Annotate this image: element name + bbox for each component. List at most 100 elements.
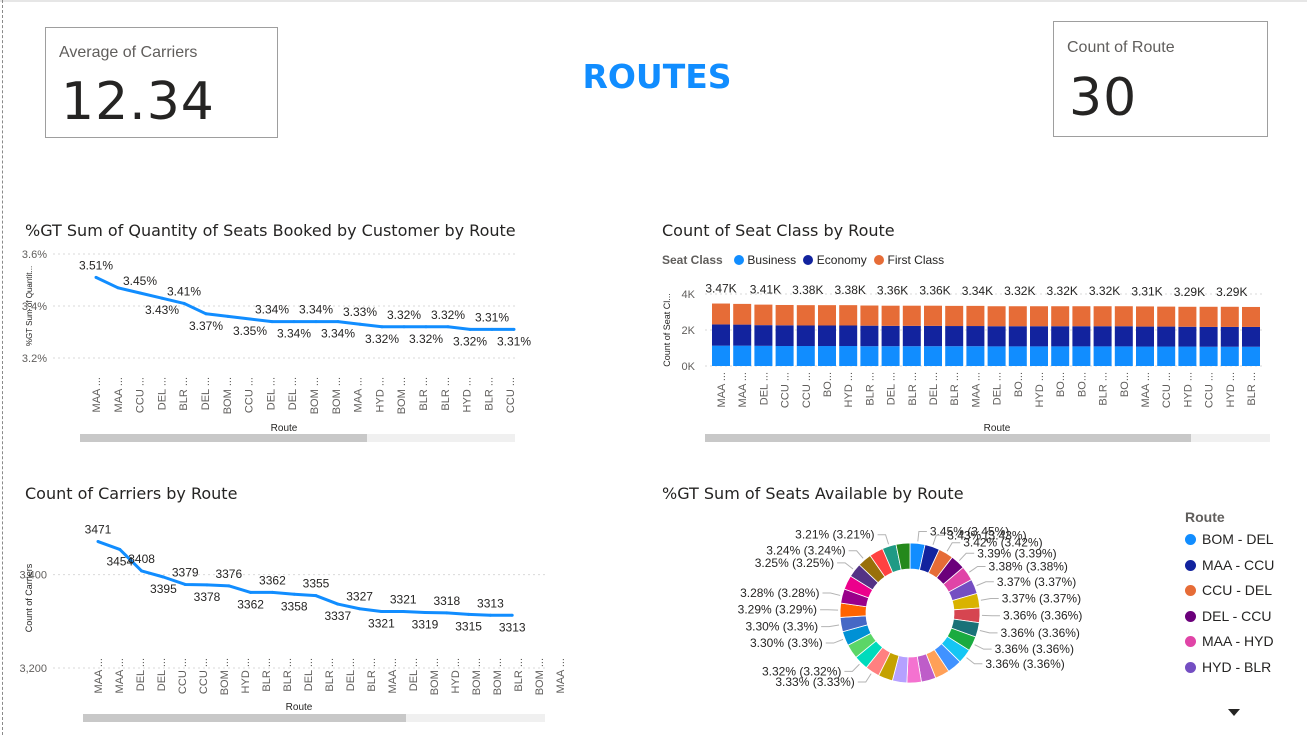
y-tick-label: 3.6%	[22, 249, 47, 261]
slice-label: 3.36% (3.36%)	[1003, 609, 1082, 623]
slice-label: 3.37% (3.37%)	[997, 575, 1076, 589]
data-label: 3471	[85, 523, 112, 537]
bar-segment	[1030, 346, 1048, 366]
data-label: 3362	[237, 597, 264, 611]
y-tick-label: 2K	[682, 325, 696, 337]
data-point	[205, 583, 209, 587]
seat-class-bar-chart[interactable]: 4K 2K 0K Count of Seat Cl... 3.47K MAA ... MAA…	[660, 275, 1270, 435]
left-edge	[2, 0, 3, 735]
leader-line	[979, 629, 998, 634]
bar-segment	[796, 305, 815, 326]
scrollbar-thumb[interactable]	[705, 434, 1191, 442]
bar-segment	[1178, 326, 1197, 347]
bar-segment	[1199, 326, 1218, 347]
x-tick-label: BO...	[1055, 372, 1067, 397]
bar-segment	[924, 325, 942, 347]
x-tick-label: DEL ...	[886, 372, 898, 405]
x-tick-label: BO...	[1076, 372, 1088, 397]
y-tick-label: 0K	[682, 361, 696, 373]
x-tick-label: BO...	[1013, 372, 1025, 397]
bar-segment	[1030, 326, 1048, 347]
x-tick-label: HYD ...	[374, 377, 386, 412]
x-tick-label: CCU ...	[1161, 372, 1173, 408]
data-point	[227, 584, 231, 588]
seat-class-scrollbar[interactable]	[705, 434, 1270, 442]
leader-line	[848, 550, 864, 559]
legend-first-class[interactable]: First Class	[874, 253, 944, 267]
bar-segment	[924, 305, 942, 326]
data-point	[512, 327, 516, 331]
data-label: 3.32%	[409, 332, 443, 346]
x-tick-label: MAA ...	[353, 377, 365, 412]
slice-label: 3.30% (3.3%)	[750, 636, 823, 650]
legend-more-icon[interactable]	[1228, 709, 1240, 716]
bar-segment	[754, 304, 773, 326]
leader-line	[974, 644, 992, 650]
data-point	[380, 325, 384, 329]
legend-business[interactable]: Business	[734, 253, 796, 267]
bar-segment	[1093, 306, 1112, 327]
bar-segment	[1199, 306, 1218, 327]
legend-item[interactable]: MAA - HYD	[1185, 633, 1274, 651]
legend-item[interactable]: BOM - DEL	[1185, 531, 1274, 549]
data-label: 3313	[499, 620, 526, 634]
bar-segment	[1157, 346, 1176, 366]
data-point	[445, 611, 449, 615]
seats-booked-line-chart[interactable]: 3.6%3.4%3.2%%GT Sum of Quantit...3.51%3.…	[20, 245, 531, 435]
x-tick-label: HYD ...	[450, 658, 462, 693]
count-route-card[interactable]: Count of Route 30	[1053, 21, 1268, 137]
leader-line	[958, 552, 975, 561]
scrollbar-thumb[interactable]	[83, 714, 407, 722]
x-tick-label: CCU ...	[1204, 372, 1216, 408]
data-label: 3.32%	[387, 308, 421, 322]
bar-segment	[775, 304, 794, 326]
legend-item[interactable]: DEL - CCU	[1185, 608, 1272, 626]
x-tick-label: BLR ...	[483, 377, 495, 411]
bar-segment	[1051, 306, 1070, 327]
x-tick-label: BOM ...	[219, 658, 231, 695]
bar-segment	[1008, 326, 1027, 347]
data-label: 3.38K	[792, 283, 823, 297]
bar-segment	[902, 325, 921, 347]
x-tick-label: MAA ...	[970, 372, 982, 407]
legend-item[interactable]: CCU - DEL	[1185, 582, 1272, 600]
x-tick-label: CCU ...	[801, 372, 813, 408]
data-point	[336, 602, 340, 606]
bar-segment	[881, 305, 900, 326]
legend-economy[interactable]: Economy	[803, 253, 867, 267]
bar-segment	[966, 346, 985, 366]
x-tick-label: BLR ...	[324, 658, 336, 692]
data-label: 3355	[303, 577, 330, 591]
x-tick-label: BLR ...	[440, 377, 452, 411]
bar-segment	[945, 346, 964, 366]
legend-label: First Class	[887, 253, 945, 267]
bar-segment	[1199, 346, 1218, 366]
data-label: 3.32%	[453, 334, 487, 348]
x-tick-label: BLR ...	[418, 377, 430, 411]
average-carriers-card[interactable]: Average of Carriers 12.34	[45, 27, 278, 138]
seats-available-donut-chart[interactable]: 3.45% (3.45%)3.43% (3.43%)3.42% (3.42%)3…	[720, 505, 1100, 725]
bar-segment	[775, 346, 794, 366]
data-label: 3.37%	[189, 319, 223, 333]
legend-item[interactable]: MAA - CCU	[1185, 557, 1274, 575]
bar-segment	[712, 303, 730, 325]
bar-segment	[1008, 346, 1027, 366]
seats-booked-scrollbar[interactable]	[80, 434, 515, 442]
bar-segment	[1178, 306, 1197, 327]
x-tick-label: BOM ...	[222, 377, 234, 414]
data-label: 3321	[390, 593, 417, 607]
scrollbar-thumb[interactable]	[80, 434, 368, 442]
carriers-line-chart[interactable]: 3,4003,200Count of Carriers3471345434083…	[19, 508, 567, 713]
leader-line	[821, 624, 840, 628]
legend-label: Business	[747, 253, 797, 267]
bar-segment	[754, 345, 773, 366]
bar-segment	[1220, 346, 1239, 366]
leader-line	[946, 542, 961, 552]
leader-line	[969, 566, 986, 573]
x-tick-label: BLR ...	[907, 372, 919, 406]
leader-line	[976, 581, 994, 587]
carriers-scrollbar[interactable]	[83, 714, 545, 722]
x-tick-label: MAA ...	[716, 372, 728, 407]
legend-item[interactable]: HYD - BLR	[1185, 659, 1271, 677]
x-tick-label: DEL ...	[200, 377, 212, 410]
